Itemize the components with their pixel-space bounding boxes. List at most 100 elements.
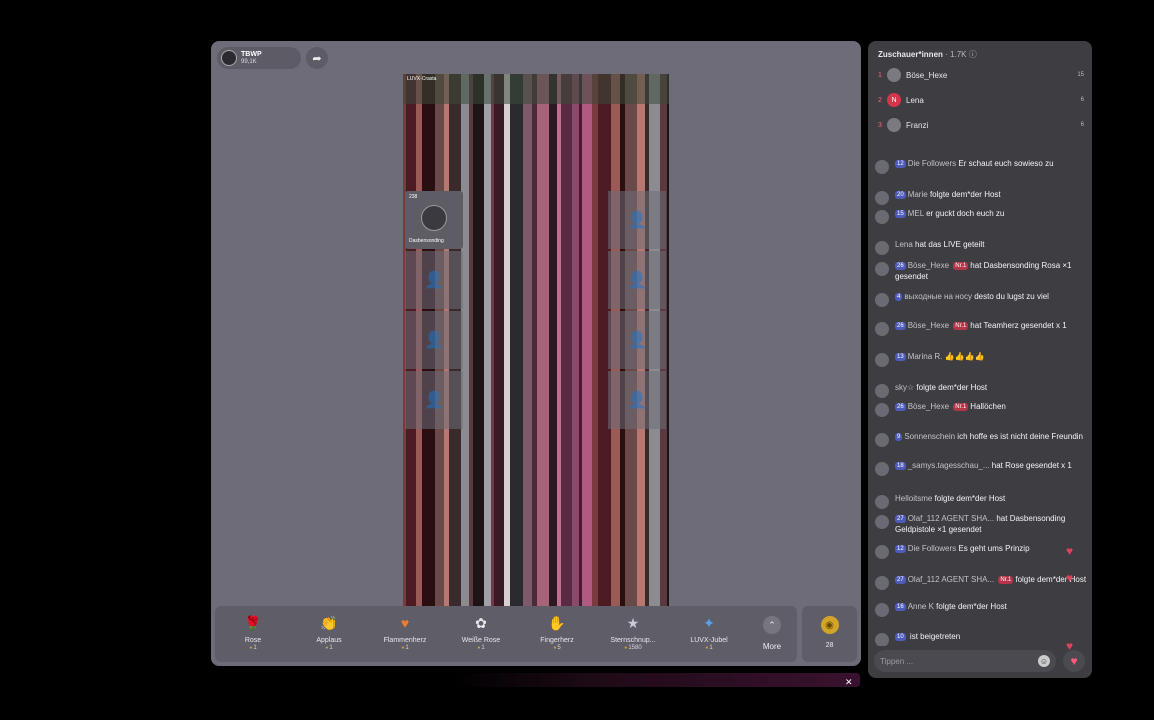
chat-username[interactable]: Anne K [908,602,934,611]
level-badge: 26 [895,322,906,330]
top-viewer-row[interactable]: 3 Franzi 6 [878,117,1084,133]
emoji-icon[interactable]: ☺ [1038,655,1050,667]
avatar [875,462,889,476]
live-stage: TBWP 99,1K ➦ LUVX-Crasta 238 Dasbensondi… [211,41,861,666]
share-icon[interactable]: ➦ [306,47,328,69]
chat-text: ich hoffe es ist nicht deine Freundin [957,432,1084,441]
chat-message: 16 Anne K folgte dem*der Host [875,601,1087,617]
coin-icon: ◉ [820,616,839,634]
guest-avatar [421,205,447,231]
chat-username[interactable]: sky☆ [895,383,914,392]
viewer-score: 6 [1080,122,1084,128]
top-viewer-row[interactable]: 1 Böse_Hexe 15 [878,67,1084,83]
side-panel: Zuschauer*innen · 1.7K ⓘ 1 Böse_Hexe 15 2 N L… [868,41,1092,678]
flame-heart-icon: ♥ [400,615,410,631]
empty-seat-icon: 👤 [608,251,666,309]
level-badge: 18 [895,462,906,470]
gift-shooting-star[interactable]: ★ Sternschnup...1580 [595,606,671,662]
luvx-badge-icon: ✦ [703,614,715,631]
gift-rose[interactable]: 🌹 Rose1 [215,606,291,662]
viewers-title[interactable]: Zuschauer*innen · 1.7K ⓘ [878,49,977,60]
empty-seat-icon: 👤 [405,371,463,429]
chat-text: 👍👍👍👍 [944,352,985,361]
gift-name: Applaus [316,637,342,644]
gift-white-rose[interactable]: ✿ Weiße Rose1 [443,606,519,662]
viewer-name: Lena [906,95,924,105]
guest-name: Dasbensonding [409,238,444,244]
empty-seat-icon: 👤 [608,191,666,249]
avatar [875,433,889,447]
chat-text: folgte dem*der Host [916,383,988,392]
level-badge: 12 [895,545,906,553]
chat-feed[interactable]: 12 Die Followers Er schaut euch sowieso z… [868,156,1092,646]
chat-input-row: ☺ [874,650,1056,672]
chat-text: folgte dem*der Host [936,602,1007,611]
empty-seat-icon: 👤 [608,311,666,369]
avatar [875,545,889,559]
chat-username[interactable]: Helloitsme [895,494,932,503]
gift-finger-heart[interactable]: ✋ Fingerherz5 [519,606,595,662]
chat-message: 12 Die Followers Er schaut euch sowieso z… [875,158,1087,174]
chat-text: hat Teamherz gesendet x 1 [970,321,1067,330]
gift-clapping-hands[interactable]: 👏 Applaus1 [291,606,367,662]
chat-username[interactable]: Böse_Hexe [908,321,949,330]
avatar [875,210,889,224]
close-icon[interactable]: ✕ [845,677,853,688]
video-top-text: LUVX-Crasta [407,76,437,82]
chat-message: 4 выходные на носу desto du lugst zu viel [875,291,1087,307]
coin-balance-button[interactable]: ◉ 28 [802,606,857,662]
host-chip[interactable]: TBWP 99,1K [217,47,301,69]
level-badge: 27 [895,576,906,584]
gift-flame-heart[interactable]: ♥ Flammenherz1 [367,606,443,662]
avatar: N [887,93,901,107]
info-icon[interactable]: ⓘ [969,50,977,59]
chat-username[interactable]: MEL [908,209,924,218]
chat-username[interactable]: Olaf_112 AGENT SHA... [908,575,994,584]
chat-message: 27 Olaf_112 AGENT SHA... hat Dasbensondin… [875,513,1087,535]
chat-username[interactable]: выходные на носу [904,292,972,301]
chat-message: 13 Marina R. 👍👍👍👍 [875,351,1087,367]
gift-price: 1 [477,645,484,651]
chat-input[interactable] [880,656,1038,666]
gift-name: Sternschnup... [610,637,656,644]
more-label: More [762,642,782,651]
white-rose-icon: ✿ [475,614,487,631]
chat-text: desto du lugst zu viel [974,292,1049,301]
video-feed: LUVX-Crasta 238 Dasbensonding 👤 👤 👤 👤 👤 … [403,74,669,606]
avatar [875,384,889,398]
chat-username[interactable]: Die Followers [908,544,956,553]
chat-text: ist beigetreten [909,632,961,641]
chat-username[interactable]: Lena [895,240,913,249]
chat-username[interactable]: Marina R. [908,352,943,361]
finger-heart-icon: ✋ [548,614,566,631]
rank-badge: Nr.1 [953,262,969,270]
chat-username[interactable]: _samys.tagesschau_... [908,461,990,470]
chat-username[interactable]: Böse_Hexe [908,402,949,411]
gift-name: Fingerherz [540,637,574,644]
rank-badge: Nr.1 [998,576,1014,584]
chat-username[interactable]: Sonnenschein [904,432,955,441]
host-avatar [221,50,237,66]
gift-price: 1 [401,645,408,651]
chat-message: 27 Olaf_112 AGENT SHA... Nr.1 folgte dem*d… [875,574,1087,590]
chat-message: 12 Die Followers Es geht ums Prinzip [875,543,1087,559]
chat-username[interactable]: Die Followers [908,159,956,168]
heart-icon: ♥ [1066,571,1074,585]
top-viewer-row[interactable]: 2 N Lena 6 [878,92,1084,108]
avatar [887,118,901,132]
gift-luvx-badge[interactable]: ✦ LUVX-Jubel1 [671,606,747,662]
gift-price: 5 [553,645,560,651]
more-gifts-button[interactable]: ⌃ More [747,606,797,662]
avatar [875,515,889,529]
chat-username[interactable]: Olaf_112 AGENT SHA... [908,514,994,523]
guest-tile[interactable]: 238 Dasbensonding [405,191,463,249]
chat-text: Hallöchen [970,402,1006,411]
chat-text: Er schaut euch sowieso zu [958,159,1054,168]
chat-message: 26 Böse_Hexe Nr.1 Hallöchen [875,401,1087,417]
chat-username[interactable]: Böse_Hexe [908,261,949,270]
avatar [875,241,889,255]
like-heart-button[interactable]: ♥ [1063,650,1085,672]
coin-count: 28 [825,642,834,649]
chat-username[interactable]: Marie [908,190,928,199]
chat-message: Lena hat das LIVE geteilt [875,239,1087,255]
